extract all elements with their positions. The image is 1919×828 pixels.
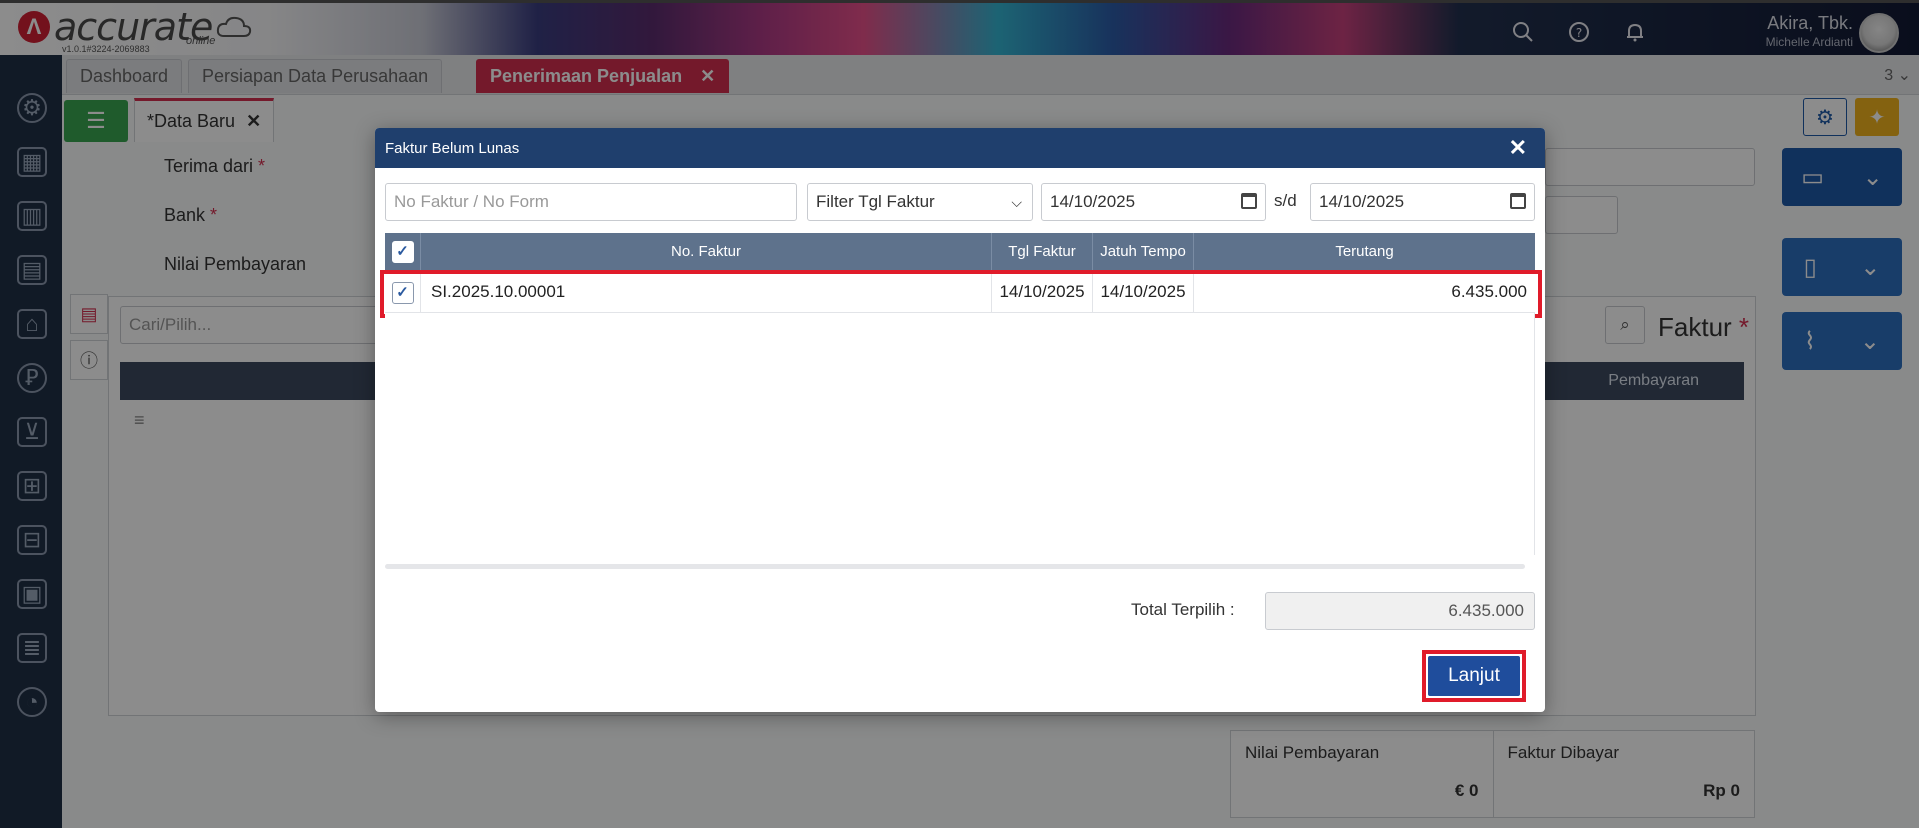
horizontal-scrollbar[interactable] bbox=[385, 564, 1525, 569]
dialog-header: Faktur Belum Lunas ✕ bbox=[375, 128, 1545, 168]
date-from-value: 14/10/2025 bbox=[1050, 192, 1136, 211]
date-to-field[interactable]: 14/10/2025 bbox=[1310, 183, 1535, 221]
calendar-icon[interactable] bbox=[1510, 193, 1526, 209]
lanjut-highlight-frame: Lanjut bbox=[1422, 650, 1526, 702]
row-tgl-faktur: 14/10/2025 bbox=[992, 271, 1093, 313]
faktur-belum-lunas-dialog: Faktur Belum Lunas ✕ Filter Tgl Faktur ⌵… bbox=[375, 128, 1545, 712]
col-tgl-faktur[interactable]: Tgl Faktur bbox=[992, 233, 1093, 271]
lanjut-button[interactable]: Lanjut bbox=[1428, 656, 1520, 696]
filter-select-value: Filter Tgl Faktur bbox=[816, 192, 935, 211]
row-no-faktur: SI.2025.10.00001 bbox=[421, 271, 992, 313]
faktur-table-header: ✓ No. Faktur Tgl Faktur Jatuh Tempo Teru… bbox=[385, 233, 1535, 271]
col-terutang[interactable]: Terutang bbox=[1194, 233, 1535, 271]
select-all-cell: ✓ bbox=[385, 233, 421, 271]
filter-date-select[interactable]: Filter Tgl Faktur ⌵ bbox=[807, 183, 1033, 221]
date-to-value: 14/10/2025 bbox=[1319, 192, 1405, 211]
date-range-separator: s/d bbox=[1274, 191, 1297, 210]
table-empty-area bbox=[385, 313, 1535, 555]
row-jatuh-tempo: 14/10/2025 bbox=[1093, 271, 1194, 313]
row-terutang: 6.435.000 bbox=[1451, 282, 1527, 301]
close-icon[interactable]: ✕ bbox=[1509, 135, 1527, 161]
faktur-search-input[interactable] bbox=[385, 183, 797, 221]
total-terpilih-label: Total Terpilih : bbox=[1131, 600, 1235, 619]
dialog-title: Faktur Belum Lunas bbox=[385, 140, 520, 157]
row-checkbox[interactable]: ✓ bbox=[391, 282, 414, 304]
row-check-cell: ✓ bbox=[385, 271, 421, 313]
table-row[interactable]: ✓ SI.2025.10.00001 14/10/2025 14/10/2025… bbox=[385, 271, 1535, 313]
calendar-icon[interactable] bbox=[1241, 193, 1257, 209]
col-jatuh-tempo[interactable]: Jatuh Tempo bbox=[1093, 233, 1194, 271]
date-from-field[interactable]: 14/10/2025 bbox=[1041, 183, 1266, 221]
total-terpilih-value: 6.435.000 bbox=[1265, 592, 1535, 630]
chevron-down-icon: ⌵ bbox=[1011, 194, 1022, 210]
select-all-checkbox[interactable]: ✓ bbox=[391, 241, 414, 263]
col-no-faktur[interactable]: No. Faktur bbox=[421, 233, 992, 271]
